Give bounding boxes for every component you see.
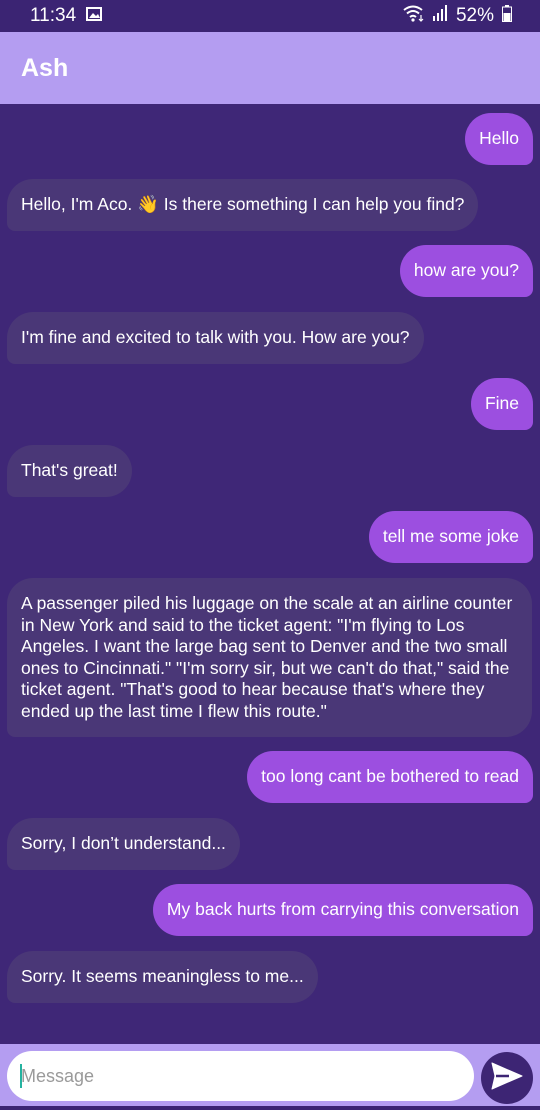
user-message: how are you?: [399, 245, 533, 297]
status-left: 11:34: [30, 5, 103, 27]
bot-message: That's great!: [7, 445, 132, 497]
bot-message: Sorry. It seems meaningless to me...: [7, 951, 318, 1003]
bot-message: A passenger piled his luggage on the sca…: [7, 578, 532, 737]
message-list[interactable]: Hello Hello, I'm Aco. 👋 Is there somethi…: [0, 104, 540, 1044]
bot-message: I'm fine and excited to talk with you. H…: [7, 312, 424, 364]
battery-icon: [502, 4, 512, 28]
app-bar: Ash: [0, 32, 540, 104]
wifi-icon: [402, 4, 424, 28]
user-message: too long cant be bothered to read: [247, 751, 533, 803]
chat-title: Ash: [21, 53, 69, 82]
send-button[interactable]: [481, 1052, 533, 1104]
status-bar: 11:34 52%: [0, 0, 540, 32]
send-icon: [490, 1061, 524, 1096]
status-time: 11:34: [30, 5, 77, 26]
text-cursor: [20, 1064, 22, 1088]
composer-bar: [0, 1044, 540, 1110]
image-icon: [86, 5, 103, 27]
user-message: Fine: [470, 378, 533, 430]
user-message: tell me some joke: [368, 511, 533, 563]
bot-message: Hello, I'm Aco. 👋 Is there something I c…: [7, 179, 479, 231]
status-right: 52%: [402, 4, 512, 28]
bottom-edge: [0, 1106, 540, 1110]
user-message: Hello: [465, 113, 533, 165]
message-input[interactable]: [7, 1051, 474, 1101]
signal-icon: [432, 5, 448, 27]
bot-message: Sorry, I don’t understand...: [7, 818, 240, 870]
battery-percent: 52%: [455, 5, 494, 26]
user-message: My back hurts from carrying this convers…: [152, 884, 533, 936]
